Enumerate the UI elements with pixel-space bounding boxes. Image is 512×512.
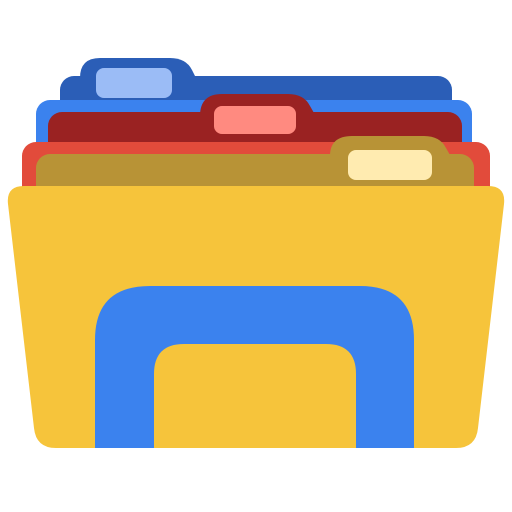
back-folder-tab-label — [96, 68, 172, 98]
front-back-folder-tab-label — [348, 150, 432, 180]
file-explorer-icon — [7, 58, 505, 448]
middle-folder-tab-label — [214, 106, 296, 134]
icon-canvas — [0, 0, 512, 512]
